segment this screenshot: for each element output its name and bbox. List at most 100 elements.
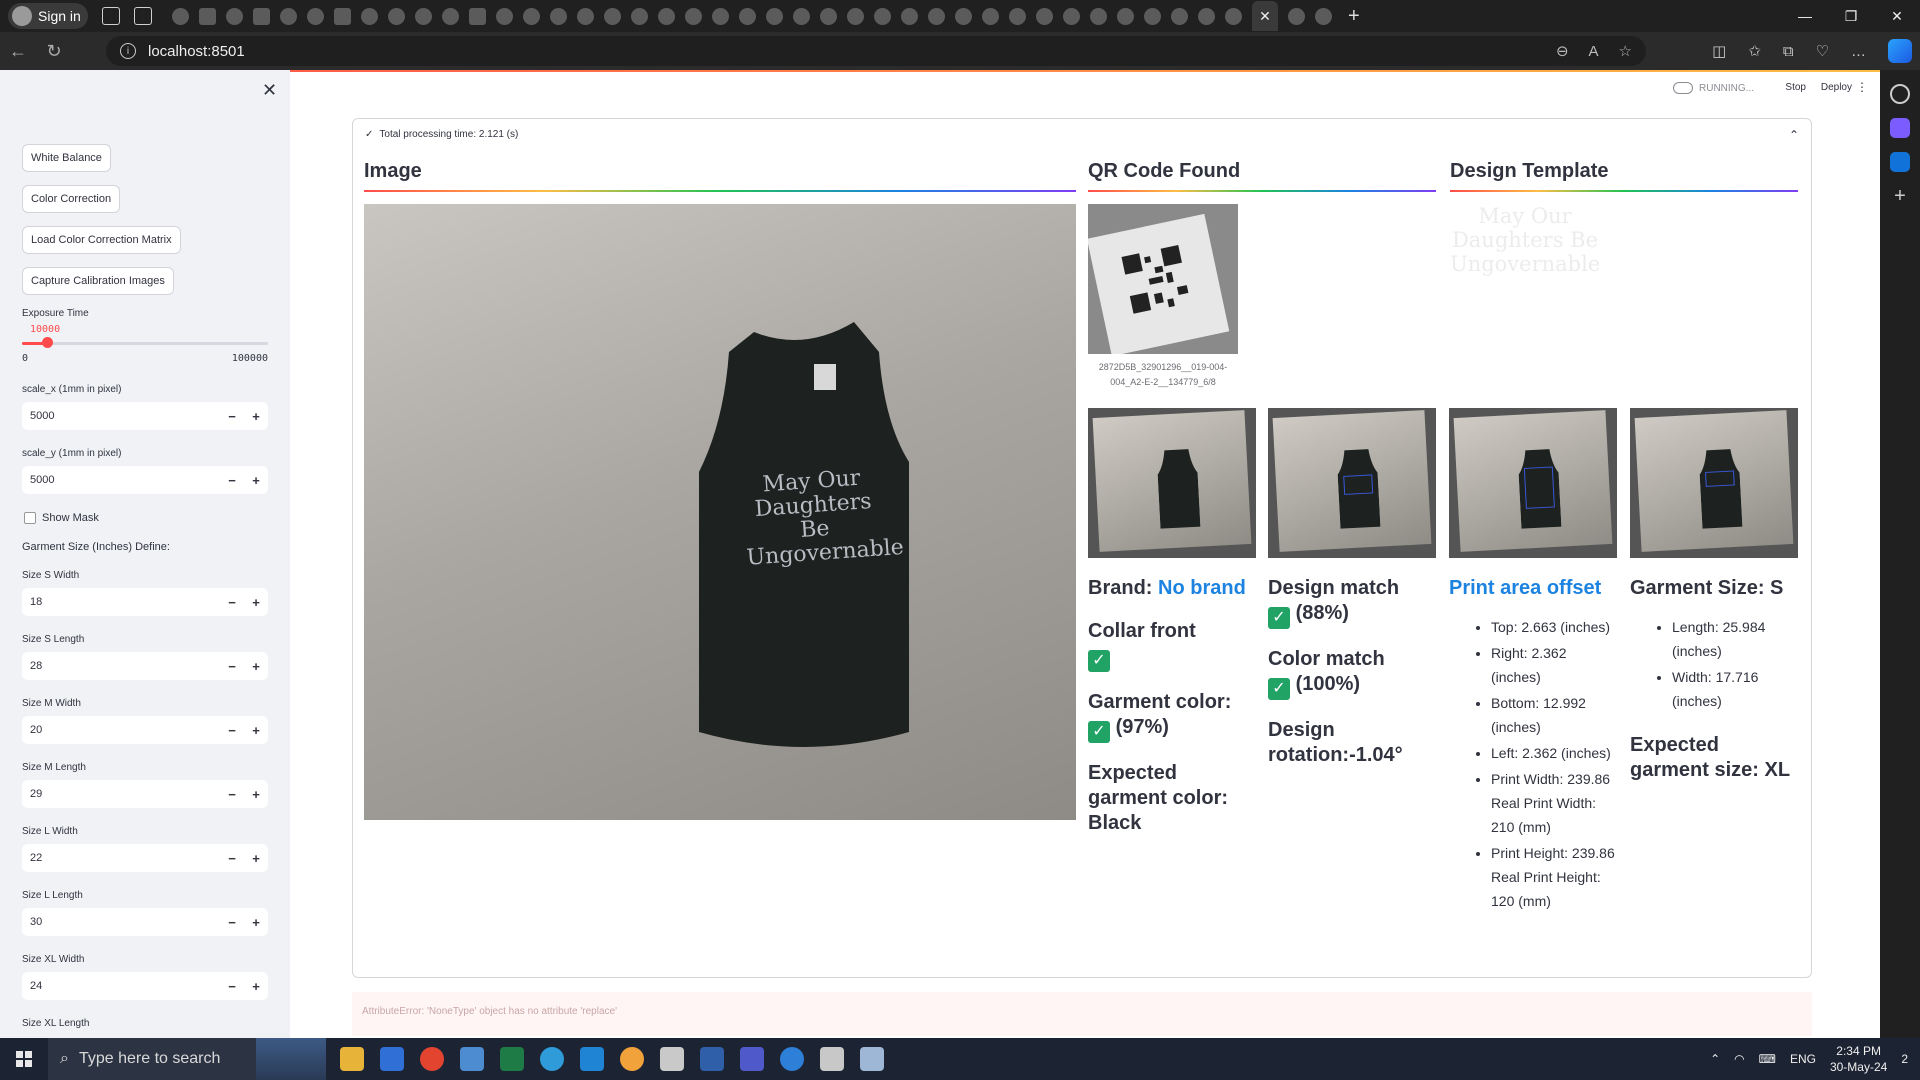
read-aloud-icon[interactable]: A <box>1589 43 1599 60</box>
wordpress-tab-icon[interactable] <box>1117 7 1134 25</box>
show-mask-checkbox[interactable] <box>24 512 36 524</box>
decrement-button[interactable]: − <box>220 979 244 994</box>
chrome-icon[interactable] <box>420 1047 444 1071</box>
new-tab-button[interactable]: + <box>1348 5 1360 28</box>
more-icon[interactable]: … <box>1851 43 1866 60</box>
tab-favicon[interactable] <box>820 7 837 25</box>
tab-favicon[interactable] <box>307 7 324 25</box>
favorites-icon[interactable]: ✩ <box>1748 42 1761 60</box>
tab-favicon[interactable] <box>172 7 189 25</box>
keyboard-icon[interactable]: ⌨ <box>1759 1052 1776 1066</box>
scale-y-value[interactable]: 5000 <box>22 474 220 486</box>
white-balance-button[interactable]: White Balance <box>22 144 111 172</box>
tab-favicon[interactable] <box>901 7 918 25</box>
decrement-button[interactable]: − <box>220 915 244 930</box>
decrement-button[interactable]: − <box>220 595 244 610</box>
chrome-tab-icon[interactable] <box>1198 7 1215 25</box>
chrome-tab-icon[interactable] <box>685 7 702 25</box>
size-l-width-input[interactable]: 22 − + <box>22 844 268 872</box>
increment-button[interactable]: + <box>244 659 268 674</box>
github-tab-icon[interactable] <box>523 7 540 25</box>
load-color-correction-matrix-button[interactable]: Load Color Correction Matrix <box>22 226 181 254</box>
url-field[interactable]: i localhost:8501 ⊖ A ☆ <box>106 36 1646 66</box>
copilot-app-icon[interactable] <box>1890 118 1910 138</box>
chrome-tab-icon[interactable] <box>1315 7 1332 25</box>
refresh-icon[interactable]: ↻ <box>36 35 72 67</box>
size-xl-width-input[interactable]: 24 − + <box>22 972 268 1000</box>
size-l-length-value[interactable]: 30 <box>22 916 220 928</box>
chrome-tab-icon[interactable] <box>982 7 999 25</box>
notification-count-badge[interactable]: 2 <box>1901 1052 1908 1066</box>
tab-favicon[interactable] <box>1063 7 1080 25</box>
stop-button[interactable]: Stop <box>1785 82 1806 93</box>
increment-button[interactable]: + <box>244 787 268 802</box>
language-indicator[interactable]: ENG <box>1790 1052 1816 1066</box>
capture-calibration-images-button[interactable]: Capture Calibration Images <box>22 267 174 295</box>
chrome-tab-icon[interactable] <box>1171 7 1188 25</box>
tab-favicon[interactable] <box>847 7 864 25</box>
wordpress-tab-icon[interactable] <box>604 7 621 25</box>
deploy-button[interactable]: Deploy <box>1821 82 1852 93</box>
decrement-button[interactable]: − <box>220 723 244 738</box>
chrome-tab-icon[interactable] <box>955 7 972 25</box>
expander-header[interactable]: ✓ Total processing time: 2.121 (s) <box>365 129 518 140</box>
tab-favicon[interactable] <box>1036 7 1053 25</box>
chrome-tab-icon[interactable] <box>712 7 729 25</box>
site-info-icon[interactable]: i <box>120 43 136 59</box>
home-assistant-icon[interactable] <box>620 1047 644 1071</box>
size-s-width-value[interactable]: 18 <box>22 596 220 608</box>
back-icon[interactable]: ← <box>0 35 36 67</box>
start-button[interactable] <box>0 1038 48 1080</box>
excel-icon[interactable] <box>500 1047 524 1071</box>
decrement-button[interactable]: − <box>220 851 244 866</box>
close-window-button[interactable]: ✕ <box>1874 0 1920 32</box>
tab-favicon[interactable] <box>496 7 513 25</box>
decrement-button[interactable]: − <box>220 659 244 674</box>
minimize-button[interactable]: — <box>1782 0 1828 32</box>
tab-favicon[interactable] <box>739 7 756 25</box>
github-tab-icon[interactable] <box>415 7 432 25</box>
tab-favicon[interactable] <box>577 7 594 25</box>
increment-button[interactable]: + <box>244 473 268 488</box>
tab-favicon[interactable] <box>334 7 351 25</box>
copilot-icon[interactable] <box>1888 39 1912 63</box>
split-screen-icon[interactable]: ◫ <box>1712 42 1726 60</box>
wifi-icon[interactable]: ◠ <box>1734 1052 1744 1066</box>
size-m-width-value[interactable]: 20 <box>22 724 220 736</box>
main-menu-icon[interactable]: ⋮ <box>1856 80 1868 94</box>
app-icon[interactable] <box>700 1047 724 1071</box>
tab-favicon[interactable] <box>1090 7 1107 25</box>
tab-favicon[interactable] <box>793 7 810 25</box>
tab-favicon[interactable] <box>1144 7 1161 25</box>
outlook-icon[interactable] <box>1890 152 1910 172</box>
github-tab-icon[interactable] <box>874 7 891 25</box>
workspaces-icon[interactable] <box>102 7 120 25</box>
increment-button[interactable]: + <box>244 851 268 866</box>
active-tab-close-icon[interactable]: ✕ <box>1252 1 1278 31</box>
taskbar-search[interactable]: ⌕ Type here to search <box>48 1038 256 1080</box>
tab-favicon[interactable] <box>658 7 675 25</box>
size-m-length-value[interactable]: 29 <box>22 788 220 800</box>
tab-favicon[interactable] <box>199 7 216 25</box>
tab-favicon[interactable] <box>469 7 486 25</box>
size-s-length-input[interactable]: 28 − + <box>22 652 268 680</box>
app-icon[interactable] <box>820 1047 844 1071</box>
increment-button[interactable]: + <box>244 915 268 930</box>
add-app-icon[interactable]: + <box>1890 186 1910 206</box>
favorite-star-icon[interactable]: ☆ <box>1619 42 1632 60</box>
store-icon[interactable] <box>380 1047 404 1071</box>
increment-button[interactable]: + <box>244 595 268 610</box>
size-m-width-input[interactable]: 20 − + <box>22 716 268 744</box>
profile-signin-button[interactable]: Sign in <box>8 3 88 29</box>
size-s-length-value[interactable]: 28 <box>22 660 220 672</box>
size-xl-width-value[interactable]: 24 <box>22 980 220 992</box>
collapse-caret-icon[interactable]: ⌃ <box>1789 128 1799 142</box>
search-highlight-image[interactable] <box>256 1038 326 1080</box>
increment-button[interactable]: + <box>244 409 268 424</box>
tab-favicon[interactable] <box>253 7 270 25</box>
chrome-tab-icon[interactable] <box>928 7 945 25</box>
increment-button[interactable]: + <box>244 979 268 994</box>
tab-favicon[interactable] <box>1288 7 1305 25</box>
size-l-length-input[interactable]: 30 − + <box>22 908 268 936</box>
size-m-length-input[interactable]: 29 − + <box>22 780 268 808</box>
